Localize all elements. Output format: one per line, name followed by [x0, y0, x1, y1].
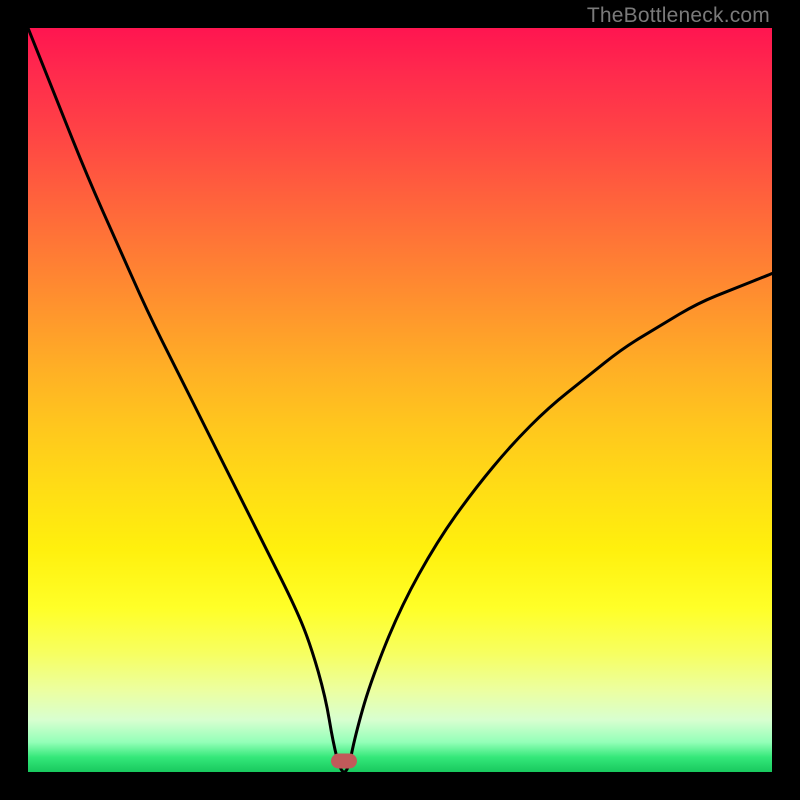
bottleneck-curve — [28, 28, 772, 772]
optimal-point-marker — [331, 753, 357, 768]
plot-area — [28, 28, 772, 772]
chart-frame: TheBottleneck.com — [0, 0, 800, 800]
watermark-text: TheBottleneck.com — [587, 4, 770, 28]
